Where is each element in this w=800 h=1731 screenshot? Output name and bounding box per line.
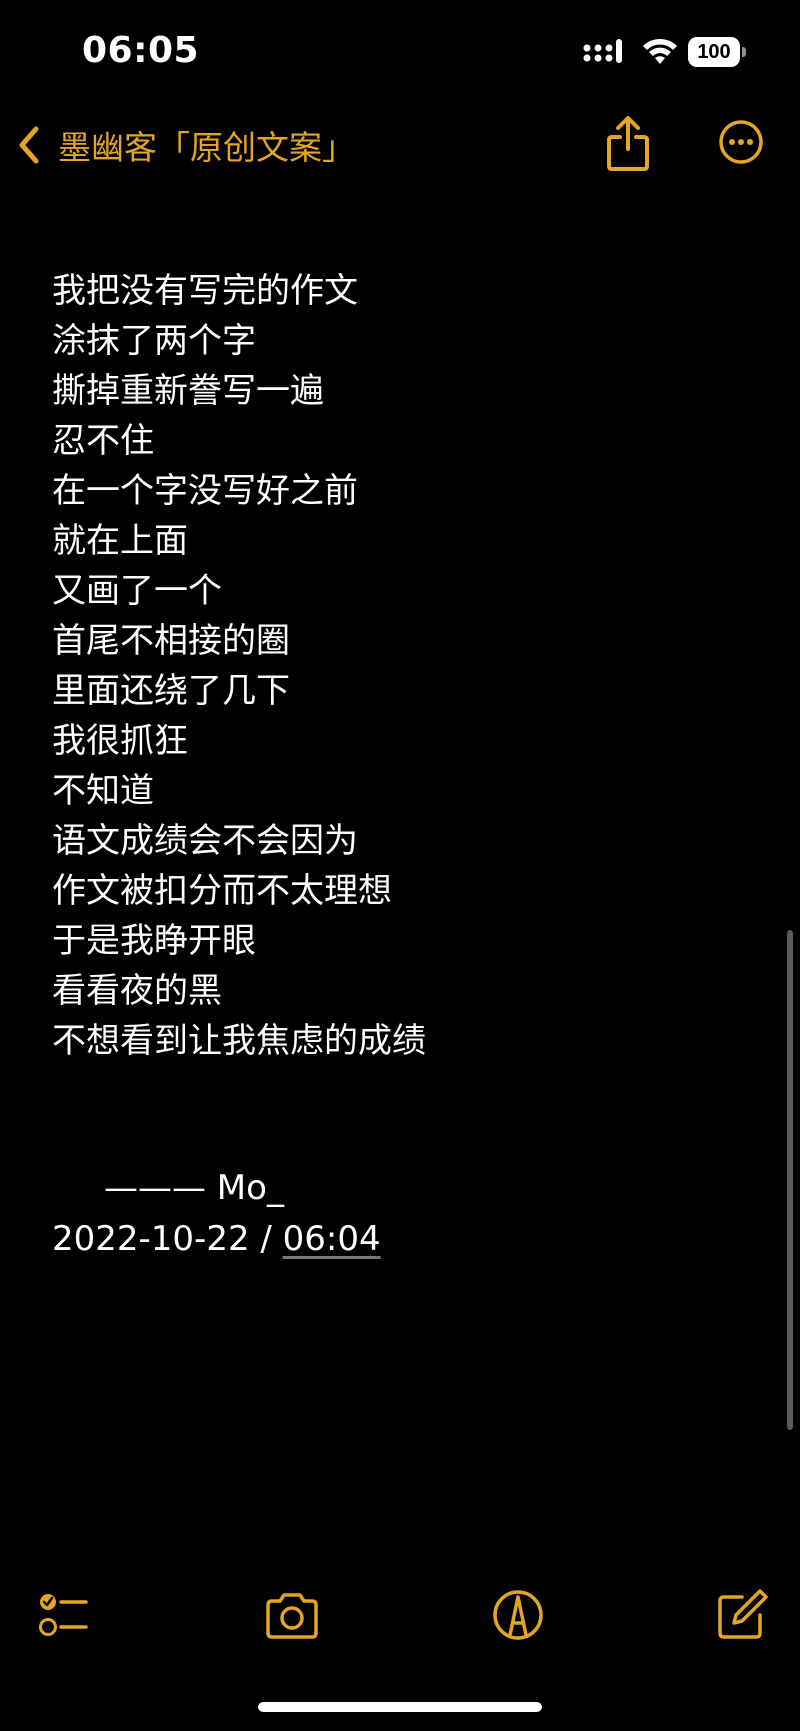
back-label: 墨幽客「原创文案」 [58,128,355,167]
share-icon[interactable] [604,113,652,173]
note-line: 撕掉重新誊写一遍 [52,371,324,411]
note-line: 涂抹了两个字 [52,321,256,361]
markup-icon[interactable] [488,1585,548,1645]
note-line: 里面还绕了几下 [52,671,290,711]
note-line: 不知道 [52,771,154,811]
note-body[interactable]: 我把没有写完的作文 涂抹了两个字 撕掉重新誊写一遍 忍不住 在一个字没写好之前 … [52,266,732,1066]
note-line: 于是我睁开眼 [52,921,256,961]
status-time: 06:05 [82,30,200,71]
note-line: 在一个字没写好之前 [52,471,358,511]
wifi-icon [643,38,677,64]
note-time-link[interactable]: 06:04 [283,1219,381,1259]
nav-bar: 墨幽客「原创文案」 [0,105,800,185]
compose-icon[interactable] [712,1585,772,1645]
note-line: 我很抓狂 [52,721,188,761]
status-bar: 06:05 100 [0,0,800,100]
cellular-signal-icon [583,39,622,63]
note-line: 首尾不相接的圈 [52,621,290,661]
note-line: 不想看到让我焦虑的成绩 [52,1021,426,1061]
more-icon[interactable] [718,119,764,165]
scrollbar[interactable] [787,930,793,1430]
note-line: 又画了一个 [52,571,222,611]
note-line: 忍不住 [52,421,154,461]
note-line: 就在上面 [52,521,188,561]
note-signature: ——— Mo_ [104,1168,284,1208]
note-line: 语文成绩会不会因为 [52,821,358,861]
note-line: 作文被扣分而不太理想 [52,871,392,911]
battery-level: 100 [688,37,740,67]
bottom-toolbar [0,1585,800,1655]
note-date: 2022-10-22 / 06:04 [52,1214,381,1264]
camera-icon[interactable] [262,1585,322,1645]
back-button[interactable]: 墨幽客「原创文案」 [14,115,355,175]
chevron-left-icon [19,126,39,164]
note-line: 看看夜的黑 [52,971,222,1011]
note-date-text: 2022-10-22 / [52,1219,283,1259]
checklist-icon[interactable] [36,1585,96,1645]
note-line: 我把没有写完的作文 [52,271,358,311]
battery-icon: 100 [688,37,746,67]
home-indicator[interactable] [258,1702,542,1712]
